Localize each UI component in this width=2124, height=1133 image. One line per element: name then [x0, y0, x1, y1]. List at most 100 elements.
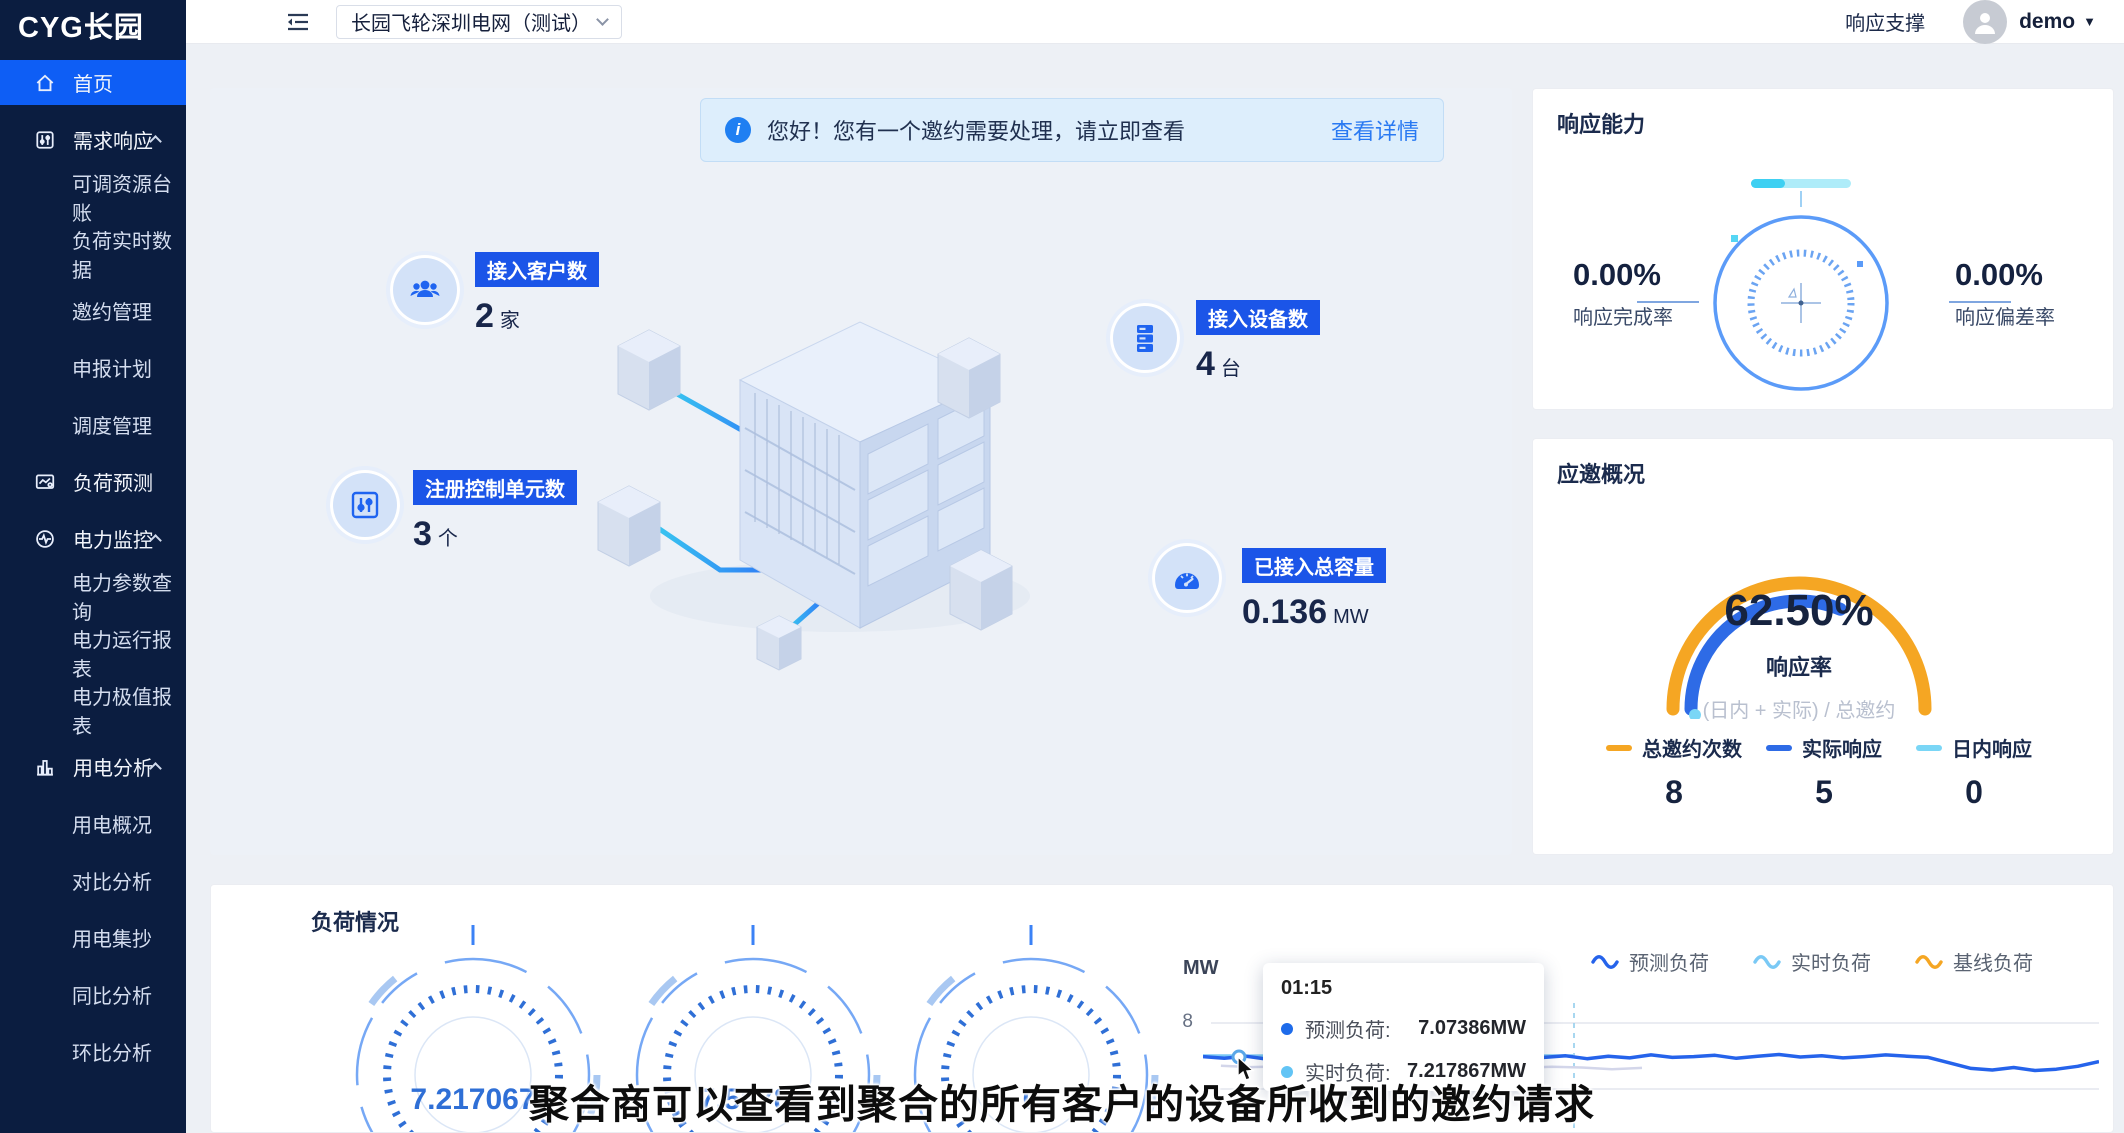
sidebar-subitem-调度管理[interactable]: 调度管理	[0, 402, 186, 447]
legend-item-日内响应: 日内响应 0	[1899, 733, 2049, 811]
video-subtitle: 聚合商可以查看到聚合的所有客户的设备所收到的邀约请求	[0, 1072, 2124, 1130]
stat-unit: 个	[438, 528, 458, 550]
sidebar-item-需求响应[interactable]: 需求响应	[0, 117, 186, 162]
support-link[interactable]: 响应支撑	[1845, 7, 1925, 36]
sidebar-subitem-环比分析[interactable]: 环比分析	[0, 1029, 186, 1074]
topbar-right: 响应支撑 demo ▼	[1845, 0, 2096, 44]
home-icon	[34, 72, 56, 94]
response-rate-formula: (日内 + 实际) / 总邀约	[1639, 694, 1959, 723]
chart-legend-预测负荷[interactable]: 预测负荷	[1591, 947, 1709, 976]
chart-legend-label: 基线负荷	[1953, 947, 2033, 976]
stat-unit: 家	[500, 310, 520, 332]
sidebar-item-负荷预测[interactable]: 负荷预测	[0, 459, 186, 504]
stat-label-badge: 已接入总容量	[1242, 548, 1386, 583]
completion-rate-metric: 0.00% 响应完成率	[1573, 257, 1723, 330]
sidebar-subitem-同比分析[interactable]: 同比分析	[0, 972, 186, 1017]
legend-dash	[1916, 745, 1942, 751]
tooltip-series-dot	[1281, 1023, 1293, 1035]
stat-value: 3	[413, 515, 432, 553]
legend-value: 0	[1899, 774, 2049, 811]
stat-value: 2	[475, 297, 494, 335]
legend-dash	[1606, 745, 1632, 751]
legend-label: 实际响应	[1802, 739, 1882, 761]
sidebar-subitem-用电概况[interactable]: 用电概况	[0, 801, 186, 846]
legend-item-总邀约次数: 总邀约次数8	[1599, 733, 1749, 811]
legend-item-top: 日内响应	[1899, 733, 2049, 762]
sidebar-item-label: 首页	[73, 68, 113, 97]
sidebar-subitem-电力极值报表[interactable]: 电力极值报表	[0, 687, 186, 732]
collapse-sidebar-icon[interactable]	[286, 12, 310, 32]
stat-value-row: 2家	[475, 297, 599, 336]
completion-rate-label: 响应完成率	[1573, 301, 1723, 330]
stat-unit: MW	[1333, 606, 1369, 628]
chevron-down-icon	[596, 13, 609, 26]
org-selector-dropdown[interactable]: 长园飞轮深圳电网（测试）	[336, 5, 622, 39]
legend-dash	[1766, 745, 1792, 751]
completion-rate-value: 0.00%	[1573, 257, 1723, 293]
devices-icon	[1110, 303, 1180, 373]
response-capability-card: 响应能力 0.00% 响应完成率 0.00% 响应偏差率	[1532, 88, 2114, 410]
chart-legend-label: 实时负荷	[1791, 947, 1871, 976]
sidebar-subitem-电力参数查询[interactable]: 电力参数查询	[0, 573, 186, 618]
stat-value: 4	[1196, 345, 1215, 383]
sidebar-subitem-对比分析[interactable]: 对比分析	[0, 858, 186, 903]
tooltip-row: 预测负荷: 7.07386MW	[1281, 1014, 1526, 1043]
stat-接入设备数: 接入设备数4台	[1196, 300, 1320, 384]
usage-analysis-icon	[34, 756, 56, 778]
user-menu-caret-icon[interactable]: ▼	[2083, 14, 2096, 29]
capacity-icon	[1152, 543, 1222, 613]
sidebar-item-label: 用电分析	[73, 752, 153, 781]
legend-item-实际响应: 实际响应5	[1749, 733, 1899, 811]
sidebar-nav: 首页需求响应可调资源台账负荷实时数据邀约管理申报计划调度管理负荷预测电力监控电力…	[0, 50, 186, 1074]
wave-icon	[1591, 954, 1619, 970]
demand-response-icon	[34, 129, 56, 151]
sidebar-item-label: 需求响应	[73, 125, 153, 154]
banner-detail-link[interactable]: 查看详情	[1331, 114, 1419, 146]
stat-接入客户数: 接入客户数2家	[475, 252, 599, 336]
invitation-overview-title: 应邀概况	[1557, 457, 1645, 489]
wave-icon	[1753, 954, 1781, 970]
brand-logo: CYG长园	[0, 0, 186, 50]
username[interactable]: demo	[2019, 10, 2075, 34]
deviation-rate-value: 0.00%	[1955, 257, 2105, 293]
sidebar-subitem-邀约管理[interactable]: 邀约管理	[0, 288, 186, 333]
control-units-icon	[330, 470, 400, 540]
stat-value: 0.136	[1242, 593, 1327, 631]
invitation-banner: i 您好！您有一个邀约需要处理，请立即查看 查看详情	[700, 98, 1444, 162]
tooltip-series-value: 7.07386MW	[1418, 1017, 1526, 1040]
stat-已接入总容量: 已接入总容量 0.136 MW	[1242, 548, 1386, 632]
stat-label-badge: 注册控制单元数	[413, 470, 577, 505]
y-axis-unit: MW	[1183, 957, 1219, 980]
legend-label: 总邀约次数	[1642, 739, 1742, 761]
mouse-cursor	[1236, 1056, 1258, 1087]
sidebar-subitem-电力运行报表[interactable]: 电力运行报表	[0, 630, 186, 675]
topbar: 长园飞轮深圳电网（测试） 响应支撑 demo ▼	[186, 0, 2124, 44]
stat-unit: 台	[1221, 358, 1241, 380]
sidebar-subitem-负荷实时数据[interactable]: 负荷实时数据	[0, 231, 186, 276]
response-rate-value: 62.50%	[1639, 586, 1959, 636]
chart-legend-基线负荷[interactable]: 基线负荷	[1915, 947, 2033, 976]
sidebar-item-用电分析[interactable]: 用电分析	[0, 744, 186, 789]
stat-value-row: 4台	[1196, 345, 1320, 384]
sidebar-subitem-申报计划[interactable]: 申报计划	[0, 345, 186, 390]
response-rate-label: 响应率	[1639, 650, 1959, 682]
customers-icon	[390, 255, 460, 325]
stat-value-row: 0.136 MW	[1242, 593, 1386, 632]
legend-label: 日内响应	[1952, 739, 2032, 761]
banner-message: 您好！您有一个邀约需要处理，请立即查看	[767, 114, 1185, 146]
sidebar-subitem-用电集抄[interactable]: 用电集抄	[0, 915, 186, 960]
invitation-gauge-center: 62.50% 响应率 (日内 + 实际) / 总邀约	[1639, 586, 1959, 723]
chart-legend-实时负荷[interactable]: 实时负荷	[1753, 947, 1871, 976]
tooltip-series-label: 预测负荷:	[1305, 1014, 1391, 1043]
sidebar-item-电力监控[interactable]: 电力监控	[0, 516, 186, 561]
sidebar-subitem-可调资源台账[interactable]: 可调资源台账	[0, 174, 186, 219]
sidebar-item-首页[interactable]: 首页	[0, 60, 186, 105]
tooltip-time: 01:15	[1281, 977, 1526, 1000]
invitation-legend: 总邀约次数8实际响应5 日内响应 0	[1533, 733, 2115, 811]
overview-card: i 您好！您有一个邀约需要处理，请立即查看 查看详情	[210, 88, 1512, 855]
info-icon: i	[725, 117, 751, 143]
sidebar-item-label: 电力监控	[73, 524, 153, 553]
org-selector-value: 长园飞轮深圳电网（测试）	[351, 7, 591, 36]
load-forecast-icon	[34, 471, 56, 493]
avatar[interactable]	[1963, 0, 2007, 44]
